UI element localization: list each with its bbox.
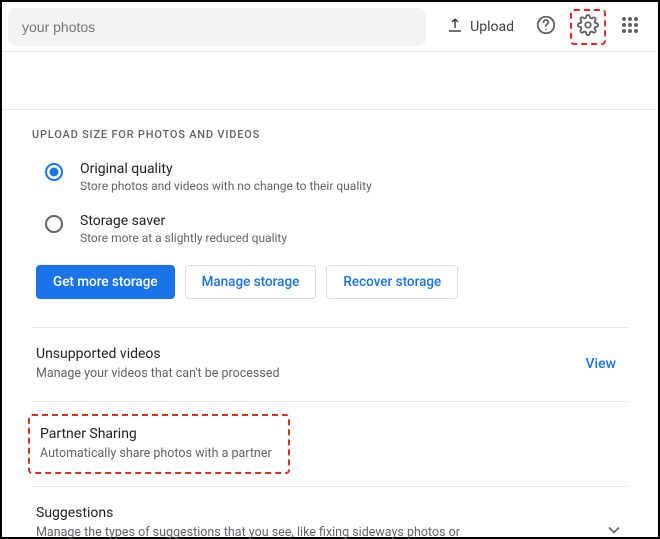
row-sub: Manage the types of suggestions that you…	[36, 524, 476, 539]
view-link[interactable]: View	[578, 356, 625, 372]
search-box[interactable]	[8, 8, 426, 46]
suggestions-row[interactable]: Suggestions Manage the types of suggesti…	[32, 487, 628, 539]
radio-title: Storage saver	[80, 213, 287, 229]
gear-icon	[577, 14, 599, 40]
upload-icon	[446, 16, 464, 38]
recover-storage-button[interactable]: Recover storage	[326, 265, 458, 299]
help-icon	[535, 14, 557, 40]
partner-highlight: Partner Sharing Automatically share phot…	[28, 414, 290, 475]
app-header: Upload	[2, 2, 658, 52]
search-input[interactable]	[22, 19, 412, 35]
help-button[interactable]	[528, 9, 564, 45]
chevron-down-icon	[604, 520, 624, 539]
settings-button[interactable]	[574, 13, 602, 41]
settings-highlight	[570, 9, 606, 45]
radio-sub: Store photos and videos with no change t…	[80, 179, 372, 193]
upload-label: Upload	[470, 19, 514, 35]
radio-sub: Store more at a slightly reduced quality	[80, 231, 287, 245]
row-title: Suggestions	[36, 505, 592, 521]
get-more-storage-button[interactable]: Get more storage	[36, 265, 175, 299]
settings-content: UPLOAD SIZE FOR PHOTOS AND VIDEOS Origin…	[2, 52, 658, 539]
apps-button[interactable]	[612, 9, 648, 45]
manage-storage-button[interactable]: Manage storage	[185, 265, 317, 299]
radio-unselected-icon	[44, 214, 64, 234]
row-title: Unsupported videos	[36, 346, 566, 362]
radio-original-quality[interactable]: Original quality Store photos and videos…	[32, 161, 628, 193]
apps-grid-icon	[621, 16, 639, 38]
partner-sharing-row[interactable]: Partner Sharing Automatically share phot…	[32, 402, 628, 487]
storage-buttons: Get more storage Manage storage Recover …	[32, 265, 628, 299]
row-title: Partner Sharing	[40, 426, 278, 442]
upload-button[interactable]: Upload	[438, 10, 522, 44]
radio-storage-saver[interactable]: Storage saver Store more at a slightly r…	[32, 213, 628, 245]
radio-title: Original quality	[80, 161, 372, 177]
row-sub: Automatically share photos with a partne…	[40, 445, 278, 463]
unsupported-videos-row: Unsupported videos Manage your videos th…	[32, 328, 628, 401]
upload-size-heading: UPLOAD SIZE FOR PHOTOS AND VIDEOS	[32, 128, 628, 141]
row-sub: Manage your videos that can't be process…	[36, 365, 566, 383]
radio-selected-icon	[44, 162, 64, 182]
